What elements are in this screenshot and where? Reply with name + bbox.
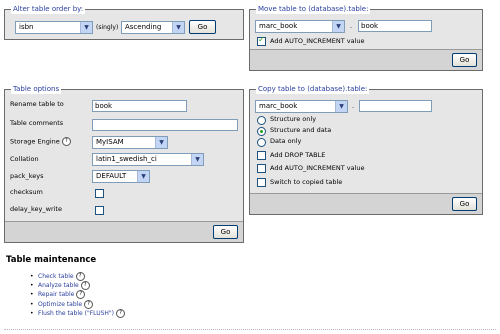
chevron-down-icon: ▼: [80, 22, 92, 33]
table-options-legend: Table options: [11, 85, 62, 94]
copy-footer: Go: [250, 193, 482, 214]
collation-label: Collation: [10, 155, 39, 163]
data-only-radio[interactable]: [257, 138, 266, 147]
table-options-fieldset: Table options Rename table to book Table…: [4, 85, 244, 243]
comments-label: Table comments: [10, 119, 64, 127]
repair-table-link[interactable]: Repair table: [38, 291, 74, 298]
copy-go-button[interactable]: Go: [452, 197, 477, 211]
move-db-select[interactable]: marc_book ▼: [255, 20, 345, 33]
add-drop-table-checkbox[interactable]: [257, 151, 266, 160]
list-item: Flush the table ("FLUSH")?: [30, 308, 126, 318]
structure-and-data-radio[interactable]: [257, 127, 266, 136]
flush-table-link[interactable]: Flush the table ("FLUSH"): [38, 310, 114, 317]
move-table-legend: Move table to (database).table:: [256, 5, 371, 14]
maintenance-list: Check table? Analyze table? Repair table…: [30, 272, 126, 318]
bottom-divider: [4, 329, 496, 330]
structure-only-label: Structure only: [270, 115, 317, 123]
copy-table-legend: Copy table to (database).table:: [256, 85, 370, 94]
delay-key-write-label: delay_key_write: [10, 205, 62, 213]
help-icon[interactable]: ?: [116, 308, 126, 318]
analyze-table-link[interactable]: Analyze table: [38, 282, 79, 289]
checksum-label: checksum: [10, 188, 43, 196]
copy-table-fieldset: Copy table to (database).table: marc_boo…: [249, 85, 483, 215]
list-item: Analyze table?: [30, 281, 125, 291]
alter-order-fieldset: Alter table order by: isbn ▼ (singly) As…: [4, 5, 244, 40]
help-icon[interactable]: ?: [61, 137, 71, 146]
list-item: Optimize table?: [30, 299, 125, 309]
move-footer: Go: [250, 49, 482, 70]
copy-separator: .: [352, 102, 355, 110]
engine-select[interactable]: MyISAM ▼: [92, 136, 168, 149]
copy-db-select[interactable]: marc_book ▼: [255, 100, 348, 113]
data-only-label: Data only: [270, 137, 302, 145]
move-auto-increment-checkbox[interactable]: [257, 35, 266, 46]
options-go-button[interactable]: Go: [213, 225, 238, 239]
switch-to-copied-checkbox[interactable]: [257, 178, 266, 187]
help-icon[interactable]: ?: [84, 299, 94, 309]
help-icon[interactable]: ?: [80, 281, 90, 291]
structure-only-radio[interactable]: [257, 116, 266, 125]
singly-label: (singly): [96, 24, 119, 31]
chevron-down-icon: ▼: [155, 137, 167, 148]
collation-select[interactable]: latin1_swedish_ci ▼: [92, 153, 204, 166]
list-item: Repair table?: [30, 290, 125, 300]
order-column-select[interactable]: isbn ▼: [15, 21, 93, 34]
help-icon[interactable]: ?: [75, 272, 85, 281]
copy-auto-increment-checkbox[interactable]: [257, 164, 266, 173]
checksum-checkbox[interactable]: [95, 189, 104, 198]
structure-and-data-label: Structure and data: [270, 126, 332, 134]
move-auto-increment-label: Add AUTO_INCREMENT value: [270, 37, 365, 45]
copy-table-name-input[interactable]: [359, 100, 432, 112]
pack-keys-label: pack_keys: [10, 172, 44, 180]
chevron-down-icon: ▼: [191, 154, 203, 165]
rename-input[interactable]: book: [92, 100, 187, 112]
delay-key-write-checkbox[interactable]: [95, 206, 104, 215]
order-direction-select[interactable]: Ascending ▼: [121, 21, 185, 34]
list-item: Check table?: [30, 272, 125, 281]
move-table-name-input[interactable]: book: [358, 20, 432, 32]
copy-auto-increment-label: Add AUTO_INCREMENT value: [270, 164, 365, 172]
alter-order-legend: Alter table order by:: [11, 5, 86, 14]
move-table-fieldset: Move table to (database).table: marc_boo…: [249, 5, 483, 71]
maintenance-heading: Table maintenance: [6, 255, 97, 265]
chevron-down-icon: ▼: [332, 21, 344, 32]
add-drop-table-label: Add DROP TABLE: [270, 151, 326, 159]
chevron-down-icon: ▼: [137, 171, 149, 182]
move-go-button[interactable]: Go: [452, 53, 477, 67]
pack-keys-select[interactable]: DEFAULT ▼: [92, 170, 150, 183]
move-separator: .: [350, 22, 353, 30]
options-footer: Go: [5, 221, 243, 242]
chevron-down-icon: ▼: [335, 101, 347, 112]
help-icon[interactable]: ?: [76, 290, 86, 300]
chevron-down-icon: ▼: [172, 22, 184, 33]
rename-label: Rename table to: [10, 100, 64, 108]
order-go-button[interactable]: Go: [189, 20, 216, 34]
check-table-link[interactable]: Check table: [38, 273, 74, 280]
switch-to-copied-label: Switch to copied table: [270, 178, 343, 186]
optimize-table-link[interactable]: Optimize table: [38, 301, 82, 308]
comments-input[interactable]: [92, 119, 238, 131]
engine-label: Storage Engine?: [10, 137, 71, 147]
